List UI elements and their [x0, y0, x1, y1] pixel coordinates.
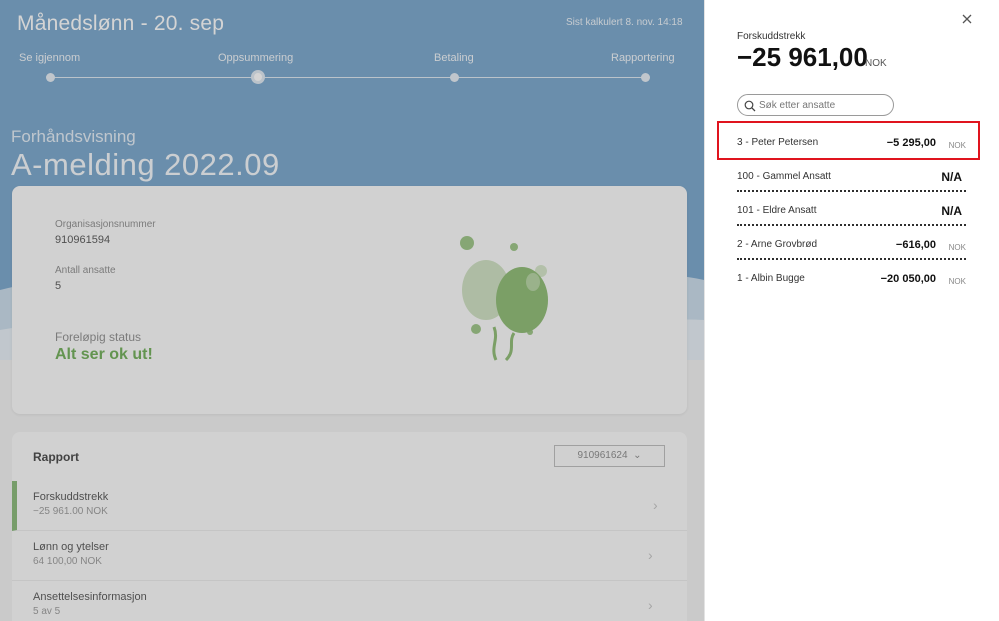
employee-search[interactable]	[737, 94, 894, 116]
employee-amount: −5 295,00	[886, 137, 936, 149]
employee-name: 1 - Albin Bugge	[737, 273, 805, 284]
employee-row[interactable]: 101 - Eldre Ansatt N/A	[737, 192, 966, 226]
close-icon	[962, 14, 972, 24]
employee-amount: N/A	[941, 204, 962, 218]
search-input[interactable]	[759, 97, 889, 113]
employee-row[interactable]: 3 - Peter Petersen −5 295,00 NOK	[737, 124, 966, 158]
side-panel: Forskuddstrekk −25 961,00 NOK 3 - Peter …	[704, 0, 999, 621]
employee-amount-unit: NOK	[948, 243, 966, 252]
employee-row[interactable]: 1 - Albin Bugge −20 050,00 NOK	[737, 260, 966, 294]
employee-amount: −616,00	[895, 239, 936, 251]
modal-backdrop[interactable]	[0, 0, 704, 621]
employee-name: 2 - Arne Grovbrød	[737, 239, 818, 250]
panel-kicker: Forskuddstrekk	[737, 31, 806, 42]
employee-amount: N/A	[941, 170, 962, 184]
employee-name: 101 - Eldre Ansatt	[737, 205, 817, 216]
employee-name: 100 - Gammel Ansatt	[737, 171, 831, 182]
employee-amount-unit: NOK	[948, 277, 966, 286]
panel-total-unit: NOK	[865, 58, 887, 69]
close-button[interactable]	[958, 10, 976, 28]
employee-name: 3 - Peter Petersen	[737, 137, 819, 148]
employee-amount: −20 050,00	[880, 273, 936, 285]
employee-row[interactable]: 100 - Gammel Ansatt N/A	[737, 158, 966, 192]
panel-total: −25 961,00	[737, 42, 868, 72]
employee-row[interactable]: 2 - Arne Grovbrød −616,00 NOK	[737, 226, 966, 260]
employee-amount-unit: NOK	[948, 141, 966, 150]
search-icon	[744, 100, 756, 112]
